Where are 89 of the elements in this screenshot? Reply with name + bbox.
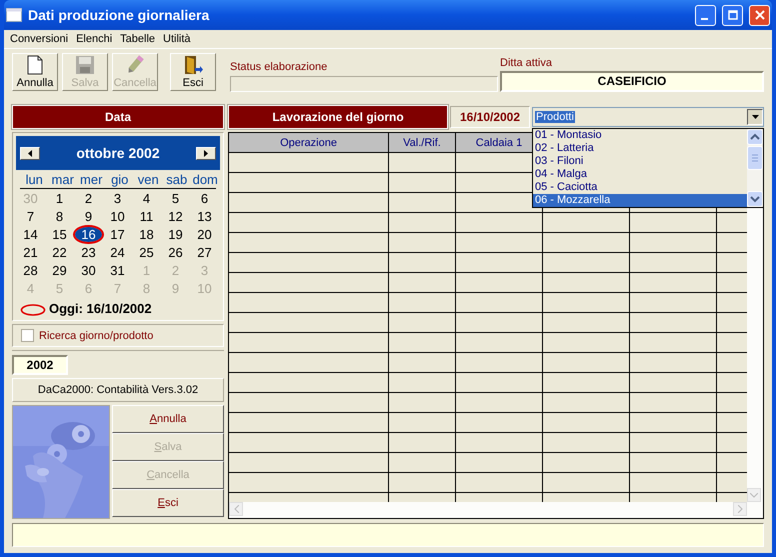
menu-item[interactable]: Utilità [161,33,197,45]
minimize-button[interactable] [695,4,716,26]
calendar-day[interactable]: 19 [165,226,186,242]
next-month-button[interactable] [196,146,216,160]
panel-title: Data [12,105,224,129]
calendar-day[interactable]: 6 [198,190,212,206]
calendar-day[interactable]: 18 [136,226,157,242]
calendar-day[interactable]: 16 [75,226,102,242]
calendar-day[interactable]: 3 [110,190,124,206]
calendar-day[interactable]: 30 [78,262,99,278]
caret-down-icon [752,115,758,119]
calendar-day[interactable]: 21 [20,244,41,260]
calendar-day[interactable]: 27 [194,244,215,260]
calendar-day[interactable]: 5 [168,190,182,206]
calendar-day[interactable]: 23 [78,244,99,260]
weekday-label: gio [111,172,128,186]
calendar-month: ottobre 2002 [76,145,160,161]
weekday-label: mer [80,172,102,186]
calendar-day[interactable]: 9 [82,208,96,224]
weekday-label: mar [52,172,74,186]
dropdown-option[interactable]: 05 - Caciotta [533,181,747,194]
chevron-left-icon [234,505,238,513]
dropdown-button[interactable] [747,109,763,125]
company-label: Ditta attiva [500,57,553,69]
menu-item[interactable]: Conversioni [8,33,74,45]
previous-month-button[interactable] [20,146,40,160]
document-icon [27,55,43,75]
scrollbar[interactable] [747,129,763,207]
calendar-day[interactable]: 8 [52,208,66,224]
side-button[interactable]: Annulla [112,405,224,433]
calendar-day[interactable]: 29 [49,262,70,278]
weekday-label: sab [166,172,188,186]
dropdown-option[interactable]: 06 - Mozzarella [533,194,747,207]
window-title: Dati produzione giornaliera [28,7,210,23]
status-label: Status elaborazione [230,60,328,72]
today-label[interactable]: Oggi: 16/10/2002 [49,301,152,316]
calendar-day[interactable]: 15 [49,226,70,242]
chevron-down-icon [750,492,758,498]
weekday-label: lun [26,172,43,186]
version-label: DaCa2000: Contabilità Vers.3.02 [12,378,224,402]
dropdown-option[interactable]: 01 - Montasio [533,129,747,142]
calendar-day[interactable]: 20 [194,226,215,242]
calendar-day[interactable]: 25 [136,244,157,260]
product-dropdown[interactable]: Prodotti [532,107,764,127]
calendar-day[interactable]: 7 [24,208,38,224]
toolbar-button[interactable]: Esci [170,53,216,91]
scroll-up-icon[interactable] [747,129,763,145]
calendar-day[interactable]: 26 [165,244,186,260]
calendar-day[interactable]: 1 [52,190,66,206]
dropdown-option[interactable]: 02 - Latteria [533,142,747,155]
column-header: Val./Rif. [389,133,456,152]
calendar-day[interactable]: 22 [49,244,70,260]
section-title: Lavorazione del giorno [228,105,448,129]
maximize-button[interactable] [722,4,743,26]
calendar-day[interactable]: 2 [82,190,96,206]
window-icon [6,8,22,22]
date-field[interactable]: 16/10/2002 [450,106,530,128]
weekday-label: dom [192,172,218,186]
chevron-right-icon [738,505,742,513]
today-marker-icon [20,302,46,316]
calendar-day[interactable]: 13 [194,208,215,224]
calendar-day[interactable]: 11 [136,208,156,224]
calendar-day[interactable]: 24 [107,244,128,260]
checkbox[interactable] [21,329,34,342]
minimize-icon [700,18,708,20]
close-icon [754,10,764,20]
calendar-day[interactable]: 12 [165,208,186,224]
maximize-icon [728,10,738,20]
year-field[interactable]: 2002 [12,355,68,375]
calendar-day[interactable]: 4 [140,190,154,206]
column-header: Operazione [229,133,389,152]
caret-left-icon [28,150,32,156]
caret-right-icon [204,150,208,156]
scroll-down-icon[interactable] [747,191,763,207]
calendar-day[interactable]: 10 [107,208,128,224]
menu-item[interactable]: Tabelle [118,33,162,45]
company-field: CASEIFICIO [500,71,764,92]
close-button[interactable] [749,4,770,26]
dropdown-option[interactable]: 04 - Malga [533,168,747,181]
calendar-day[interactable]: 28 [20,262,41,278]
exit-door-icon [182,55,204,75]
calendar-day[interactable]: 31 [107,262,128,278]
calendar-day[interactable]: 14 [20,226,41,242]
toolbar-button[interactable]: Annulla [12,53,58,91]
weekday-label: ven [138,172,159,186]
side-button[interactable]: Esci [112,489,224,517]
calendar-day[interactable]: 17 [107,226,128,242]
scroll-thumb[interactable] [747,146,763,170]
menu-item[interactable]: Elenchi [74,33,118,45]
